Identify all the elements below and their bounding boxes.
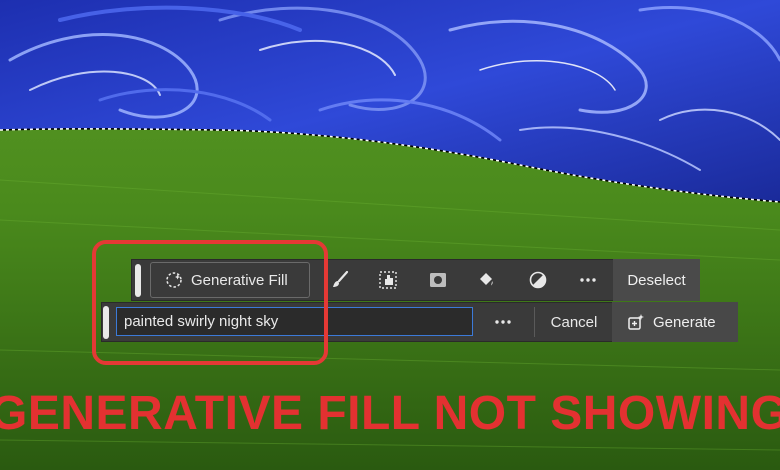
more-options-button[interactable] <box>574 266 602 294</box>
more-icon <box>495 320 511 324</box>
select-subject-button[interactable] <box>374 266 402 294</box>
mask-button[interactable] <box>424 266 452 294</box>
more-icon <box>580 278 596 282</box>
mask-icon <box>430 273 446 287</box>
prompt-more-button[interactable] <box>489 309 517 335</box>
deselect-label: Deselect <box>627 271 686 289</box>
highlight-box <box>92 240 328 365</box>
generate-button[interactable]: Generate <box>612 302 738 342</box>
fill-bucket-button[interactable] <box>472 266 500 294</box>
cancel-label: Cancel <box>550 313 598 331</box>
generate-label: Generate <box>653 313 716 331</box>
brush-tool-button[interactable] <box>326 266 354 294</box>
divider <box>534 307 535 337</box>
cancel-button[interactable]: Cancel <box>542 308 606 336</box>
generate-icon <box>628 314 644 330</box>
headline-text: GENERATIVE FILL NOT SHOWING <box>0 387 780 440</box>
invert-icon <box>529 271 547 289</box>
brush-icon <box>333 270 349 287</box>
deselect-button[interactable]: Deselect <box>613 259 700 301</box>
invert-selection-button[interactable] <box>524 266 552 294</box>
select-subject-icon <box>379 271 397 289</box>
fill-bucket-icon <box>480 273 493 286</box>
